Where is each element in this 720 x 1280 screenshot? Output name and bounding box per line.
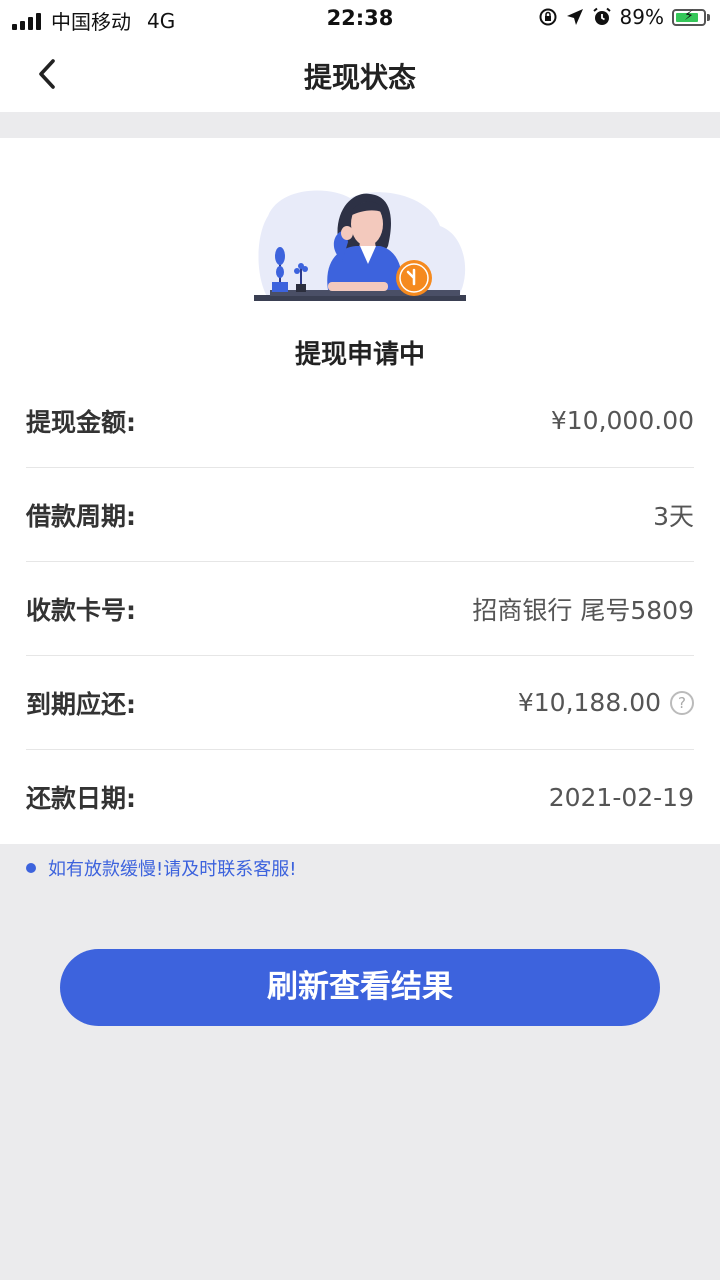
notice-text: 如有放款缓慢!请及时联系客服! — [48, 859, 297, 880]
bullet-dot-icon — [26, 863, 36, 873]
detail-value: 2021-02-19 — [548, 782, 694, 812]
detail-value: ¥10,000.00 — [550, 406, 694, 435]
nav-bar: 提现状态 — [0, 36, 720, 112]
status-card: 提现申请中 提现金额: ¥10,000.00 借款周期: 3天 收款卡号: 招商… — [0, 138, 720, 844]
alarm-icon — [592, 7, 611, 25]
detail-value: 3天 — [653, 501, 694, 531]
location-arrow-icon — [566, 9, 583, 25]
question-circle-icon[interactable]: ? — [670, 690, 694, 715]
rotation-lock-icon — [539, 8, 557, 26]
detail-row-card: 收款卡号: 招商银行 尾号5809 — [26, 562, 694, 656]
status-bar: 中国移动 4G 22:38 89% ⚡ — [0, 0, 720, 36]
detail-label: 借款周期: — [26, 501, 136, 531]
status-text: 提现申请中 — [294, 340, 425, 370]
detail-value-wrap: ¥10,188.00 ? — [518, 688, 694, 717]
battery-percent: 89% — [619, 5, 664, 29]
detail-label: 提现金额: — [26, 407, 136, 437]
detail-row-due: 到期应还: ¥10,188.00 ? — [26, 656, 694, 750]
detail-label: 还款日期: — [26, 784, 136, 813]
notice: 如有放款缓慢!请及时联系客服! — [26, 855, 296, 881]
status-right: 89% ⚡ — [538, 5, 710, 29]
page-title: 提现状态 — [303, 61, 416, 94]
detail-value: ¥10,188.00 — [517, 688, 661, 717]
refresh-button[interactable]: 刷新查看结果 — [60, 949, 660, 1026]
detail-row-repay-date: 还款日期: 2021-02-19 — [26, 750, 694, 844]
battery-icon: ⚡ — [672, 8, 710, 26]
detail-value: 招商银行 尾号5809 — [472, 595, 694, 625]
detail-label: 到期应还: — [26, 689, 136, 719]
waiting-illustration — [254, 190, 466, 301]
detail-row-period: 借款周期: 3天 — [26, 468, 694, 562]
detail-label: 收款卡号: — [26, 595, 136, 625]
detail-row-amount: 提现金额: ¥10,000.00 — [26, 374, 694, 468]
